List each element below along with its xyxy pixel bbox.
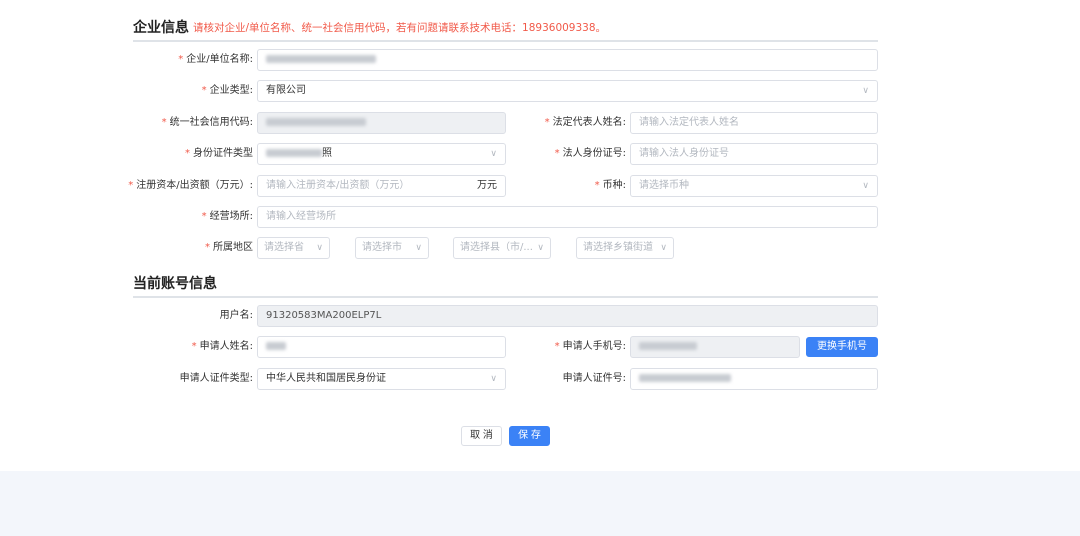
- city-placeholder: 请选择市: [362, 242, 402, 253]
- id-type-select[interactable]: 照 ∨: [257, 143, 506, 165]
- town-select[interactable]: 请选择乡镇街道 ∨: [576, 237, 674, 259]
- credit-code-label: * 统一社会信用代码:: [161, 117, 253, 128]
- address-input[interactable]: 请输入经营场所: [257, 206, 878, 228]
- capital-placeholder: 请输入注册资本/出资额（万元）: [266, 180, 410, 191]
- redacted-value: [266, 149, 322, 157]
- form-panel: 企业信息 请核对企业/单位名称、统一社会信用代码，若有问题请联系技术电话：189…: [0, 0, 1080, 471]
- applicant-phone-label: * 申请人手机号:: [554, 341, 626, 352]
- applicant-name-label: * 申请人姓名:: [191, 341, 253, 352]
- capital-input[interactable]: 请输入注册资本/出资额（万元） 万元: [257, 175, 506, 197]
- province-select[interactable]: 请选择省 ∨: [257, 237, 330, 259]
- currency-select[interactable]: 请选择币种 ∨: [630, 175, 878, 197]
- currency-label: * 币种:: [594, 180, 626, 191]
- legal-id-label: * 法人身份证号:: [554, 148, 626, 159]
- legal-rep-name-input[interactable]: 请输入法定代表人姓名: [630, 112, 878, 134]
- change-phone-button[interactable]: 更换手机号: [806, 337, 878, 357]
- redacted-value: [266, 342, 286, 350]
- redacted-value: [266, 118, 366, 126]
- legal-id-input[interactable]: 请输入法人身份证号: [630, 143, 878, 165]
- company-name-field[interactable]: [257, 49, 878, 71]
- applicant-id-type-value: 中华人民共和国居民身份证: [266, 373, 386, 384]
- chevron-down-icon: ∨: [862, 86, 869, 96]
- town-placeholder: 请选择乡镇街道: [583, 242, 653, 253]
- legal-rep-name-label: * 法定代表人姓名:: [544, 117, 626, 128]
- chevron-down-icon: ∨: [537, 243, 544, 253]
- applicant-id-type-select[interactable]: 中华人民共和国居民身份证 ∨: [257, 368, 506, 390]
- county-placeholder: 请选择县（市/...: [460, 242, 533, 253]
- chevron-down-icon: ∨: [660, 243, 667, 253]
- id-type-label: * 身份证件类型: [185, 148, 253, 159]
- cancel-button[interactable]: 取 消: [461, 426, 502, 446]
- county-select[interactable]: 请选择县（市/... ∨: [453, 237, 551, 259]
- save-button[interactable]: 保 存: [509, 426, 550, 446]
- applicant-id-input[interactable]: [630, 368, 878, 390]
- chevron-down-icon: ∨: [862, 181, 869, 191]
- redacted-value: [639, 342, 697, 350]
- applicant-name-input[interactable]: [257, 336, 506, 358]
- city-select[interactable]: 请选择市 ∨: [355, 237, 429, 259]
- username-label: 用户名:: [219, 310, 253, 321]
- credit-code-field: [257, 112, 506, 134]
- capital-unit: 万元: [477, 180, 497, 191]
- account-section-title: 当前账号信息: [133, 276, 217, 292]
- company-section-tip: 请核对企业/单位名称、统一社会信用代码，若有问题请联系技术电话：18936009…: [193, 22, 607, 34]
- id-type-suffix: 照: [322, 148, 332, 159]
- chevron-down-icon: ∨: [316, 243, 323, 253]
- company-name-label: * 企业/单位名称:: [178, 54, 253, 65]
- applicant-id-type-label: 申请人证件类型:: [179, 373, 253, 384]
- chevron-down-icon: ∨: [490, 149, 497, 159]
- redacted-value: [266, 55, 376, 63]
- company-section-title: 企业信息: [133, 20, 189, 36]
- redacted-value: [639, 374, 731, 382]
- username-field: 91320583MA200ELP7L: [257, 305, 878, 327]
- company-type-select[interactable]: 有限公司 ∨: [257, 80, 878, 102]
- address-label: * 经营场所:: [201, 211, 253, 222]
- company-type-value: 有限公司: [266, 85, 306, 96]
- currency-placeholder: 请选择币种: [639, 180, 689, 191]
- applicant-phone-field: [630, 336, 800, 358]
- region-label: * 所属地区: [205, 242, 253, 253]
- province-placeholder: 请选择省: [264, 242, 304, 253]
- company-section-header: 企业信息 请核对企业/单位名称、统一社会信用代码，若有问题请联系技术电话：189…: [133, 20, 878, 42]
- account-section-header: 当前账号信息: [133, 276, 878, 298]
- applicant-id-label: 申请人证件号:: [562, 373, 626, 384]
- chevron-down-icon: ∨: [490, 374, 497, 384]
- company-type-label: * 企业类型:: [201, 85, 253, 96]
- capital-label: * 注册资本/出资额（万元）:: [128, 180, 253, 191]
- chevron-down-icon: ∨: [415, 243, 422, 253]
